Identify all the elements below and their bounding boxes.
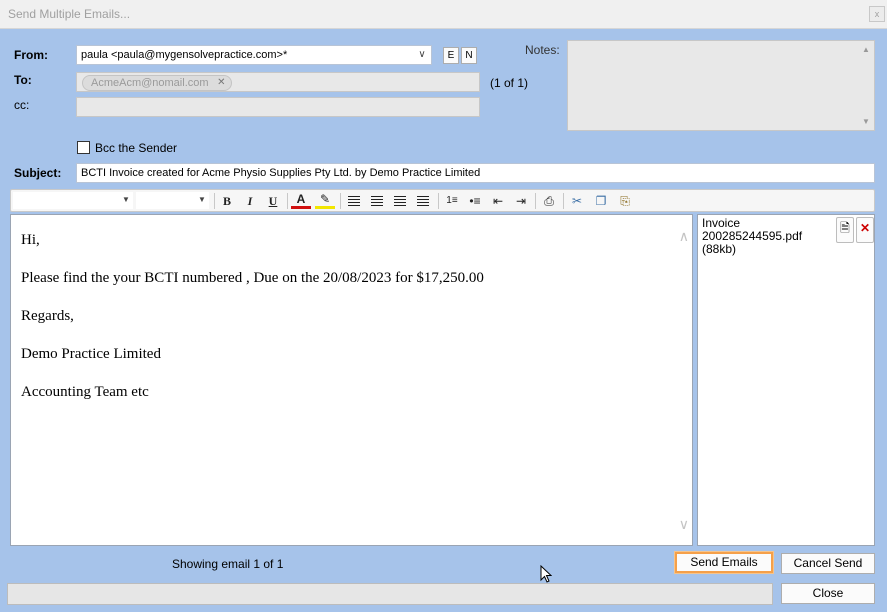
scroll-down-icon[interactable]: ▼: [861, 117, 871, 126]
from-label: From:: [14, 48, 48, 62]
to-label: To:: [14, 73, 32, 87]
window-title: Send Multiple Emails...: [8, 7, 131, 21]
email-body-editor[interactable]: Hi, Please find the your BCTI numbered ,…: [10, 214, 693, 546]
body-line: Hi,: [21, 232, 40, 248]
notes-textarea[interactable]: ▲ ▼: [567, 40, 875, 131]
align-left-icon[interactable]: [344, 192, 364, 210]
font-family-select[interactable]: ▼: [13, 192, 133, 209]
cancel-send-button[interactable]: Cancel Send: [781, 553, 875, 574]
italic-icon[interactable]: I: [240, 192, 260, 210]
body-line: Regards,: [21, 308, 74, 324]
bullet-list-icon[interactable]: •≡: [465, 192, 485, 210]
indent-icon[interactable]: ⇥: [511, 192, 531, 210]
align-center-icon[interactable]: [367, 192, 387, 210]
body-line: Demo Practice Limited: [21, 346, 161, 362]
bcc-checkbox[interactable]: [77, 141, 90, 154]
e-button[interactable]: E: [443, 47, 459, 64]
chevron-down-icon: ∨: [418, 49, 426, 60]
scroll-up-icon[interactable]: ∧: [679, 228, 689, 245]
toolbar-separator: [438, 193, 439, 209]
caret-down-icon: ▼: [122, 195, 130, 204]
progress-bar: [7, 583, 773, 605]
copy-icon[interactable]: ❐: [591, 192, 611, 210]
font-size-select[interactable]: ▼: [136, 192, 209, 209]
bcc-label: Bcc the Sender: [95, 141, 178, 155]
toolbar-separator: [535, 193, 536, 209]
highlight-icon[interactable]: ✎: [315, 192, 335, 209]
formatting-toolbar: ▼ ▼ B I U A ✎ 1≡ •≡ ⇤ ⇥ ⎙ ✂ ❐ ⎘: [10, 189, 875, 212]
align-right-icon[interactable]: [390, 192, 410, 210]
send-multiple-emails-window: Send Multiple Emails... x From: paula <p…: [0, 0, 887, 612]
mouse-cursor-icon: [540, 565, 552, 583]
justify-icon[interactable]: [413, 192, 433, 210]
toolbar-separator: [340, 193, 341, 209]
subject-input[interactable]: BCTI Invoice created for Acme Physio Sup…: [76, 163, 875, 183]
delete-attachment-icon[interactable]: ✕: [856, 217, 874, 243]
subject-label: Subject:: [14, 166, 62, 180]
toolbar-separator: [563, 193, 564, 209]
close-window-icon[interactable]: x: [869, 6, 885, 22]
send-emails-button[interactable]: Send Emails: [675, 552, 773, 573]
remove-recipient-icon[interactable]: ✕: [217, 76, 225, 90]
from-dropdown[interactable]: paula <paula@mygensolvepractice.com>* ∨: [76, 45, 432, 65]
recipient-email: AcmeAcm@nomail.com: [91, 77, 209, 89]
scroll-up-icon[interactable]: ▲: [861, 45, 871, 54]
font-color-icon[interactable]: A: [291, 192, 311, 209]
toolbar-separator: [214, 193, 215, 209]
bold-icon[interactable]: B: [217, 192, 237, 210]
paste-icon[interactable]: ⎘: [615, 192, 635, 210]
body-line: Please find the your BCTI numbered , Due…: [21, 270, 484, 286]
numbered-list-icon[interactable]: 1≡: [442, 192, 462, 210]
attachments-panel: Invoice 200285244595.pdf (88kb) 🗎 ✕: [697, 214, 875, 546]
recipient-count: (1 of 1): [490, 76, 529, 90]
cut-icon[interactable]: ✂: [567, 192, 587, 210]
notes-label: Notes:: [525, 43, 560, 57]
cc-label: cc:: [14, 98, 30, 112]
body-line: Accounting Team etc: [21, 384, 149, 400]
print-icon[interactable]: ⎙: [539, 192, 559, 210]
showing-email-status: Showing email 1 of 1: [172, 557, 284, 571]
subject-value: BCTI Invoice created for Acme Physio Sup…: [81, 167, 481, 179]
outdent-icon[interactable]: ⇤: [488, 192, 508, 210]
underline-icon[interactable]: U: [263, 192, 283, 210]
attachment-name[interactable]: Invoice 200285244595.pdf (88kb): [702, 217, 834, 256]
n-button[interactable]: N: [461, 47, 477, 64]
close-button[interactable]: Close: [781, 583, 875, 604]
title-bar: Send Multiple Emails... x: [0, 0, 887, 29]
to-field[interactable]: AcmeAcm@nomail.com ✕: [76, 72, 480, 92]
caret-down-icon: ▼: [198, 195, 206, 204]
view-attachment-icon[interactable]: 🗎: [836, 217, 854, 243]
from-value: paula <paula@mygensolvepractice.com>*: [81, 49, 288, 61]
recipient-chip: AcmeAcm@nomail.com ✕: [82, 75, 232, 91]
cc-field[interactable]: [76, 97, 480, 117]
scroll-down-icon[interactable]: ∨: [679, 516, 689, 533]
toolbar-separator: [287, 193, 288, 209]
